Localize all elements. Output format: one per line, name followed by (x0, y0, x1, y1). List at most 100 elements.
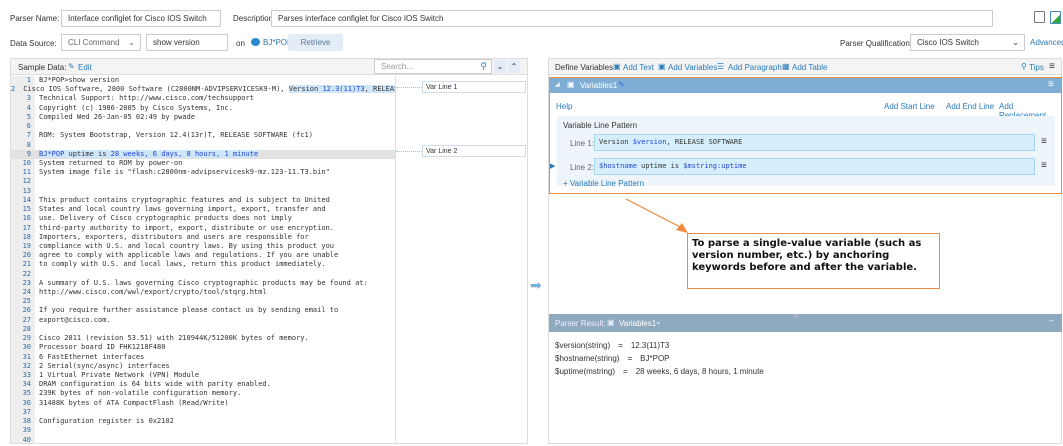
variables-name: Variables1 (580, 81, 618, 90)
line-text (35, 270, 39, 279)
advanced-link[interactable]: Advanced (1030, 38, 1063, 47)
add-table-button[interactable]: Add Table (792, 63, 827, 72)
code-line: 5 Compiled Wed 26-Jan-05 02:49 by pwade (11, 113, 395, 122)
line-text: to comply with U.S. and local laws, retu… (35, 260, 326, 269)
text-segment: Copyright (c) 1986-2005 by Cisco Systems… (39, 103, 233, 112)
variable-token: 28 weeks, 6 days, 8 hours, 1 minute (110, 149, 259, 158)
line1-pattern-input[interactable]: Version $version, RELEASE SOFTWARE (594, 134, 1035, 151)
code-line: 29 Cisco 2811 (revision 53.51) with 21094… (11, 334, 395, 343)
var-line-2[interactable]: Var Line 2 (422, 145, 526, 157)
prev-match-button[interactable]: ⌃ (508, 60, 520, 73)
line-number: 33 (22, 371, 31, 379)
add-start-line-link[interactable]: Add Start Line (884, 102, 935, 111)
next-match-button[interactable]: ⌄ (494, 60, 506, 73)
line-number: 10 (22, 158, 31, 167)
line-number: 29 (22, 334, 31, 343)
line-text (35, 325, 39, 334)
result-variables-select[interactable]: Variables1 (619, 319, 656, 328)
qualification-select[interactable]: Cisco IOS Switch ⌄ (910, 34, 1025, 51)
line-number: 3 (26, 94, 31, 103)
var-line-1[interactable]: Var Line 1 (422, 81, 526, 93)
parser-name-input[interactable]: Interface configlet for Cisco IOS Switch (61, 10, 221, 27)
line-number: 31 (22, 352, 31, 361)
line-text: BJ*POP>show version (35, 76, 119, 85)
text-segment: If you require further assistance please… (39, 306, 339, 315)
line-text: Configuration register is 0x2102 (35, 417, 174, 426)
text-segment: States and local country laws governing … (39, 205, 326, 214)
define-variables-pane: Define Variables ▣ Add Text ▣ Add Variab… (548, 58, 1062, 444)
line-text: Importers, exporters, distributors and u… (35, 233, 309, 242)
tips-link[interactable]: Tips (1029, 63, 1044, 72)
text-segment: Cisco 2811 (revision 53.51) with 210944K… (39, 334, 309, 343)
add-text-icon: ▣ (613, 62, 621, 71)
line-text (35, 122, 39, 131)
line-number: 9 (26, 149, 31, 158)
code-line: 18 Importers, exporters, distributors and… (11, 233, 395, 242)
text-segment: , RELEASE SOFTWARE (666, 138, 743, 146)
line-text (35, 426, 39, 435)
variables-menu-icon[interactable]: ≡ (1048, 80, 1054, 90)
chevron-down-icon[interactable]: ⌄ (655, 317, 662, 326)
code-line: 36 31488K bytes of ATA CompactFlash (Read… (11, 399, 395, 408)
text-segment: Technical Support: http://www.cisco.com/… (39, 94, 254, 103)
line2-menu-icon[interactable]: ≡ (1041, 161, 1047, 171)
line1-menu-icon[interactable]: ≡ (1041, 137, 1047, 147)
line-text: Compiled Wed 26-Jan-05 02:49 by pwade (35, 113, 195, 122)
add-paragraph-button[interactable]: Add Paragraph (728, 63, 782, 72)
line-number: 6 (26, 122, 31, 131)
line-number: 34 (22, 380, 31, 389)
line-text: Copyright (c) 1986-2005 by Cisco Systems… (35, 104, 233, 113)
edit-icon[interactable]: ✎ (68, 62, 75, 71)
result-value: 28 weeks, 6 days, 8 hours, 1 minute (635, 367, 764, 376)
result-value: 12.3(11)T3 (630, 341, 670, 350)
variable-token: BJ*POP (39, 149, 65, 158)
line-number: 16 (22, 214, 31, 223)
text-segment: 1 Virtual Private Network (VPN) Module (39, 371, 200, 379)
text-segment: Compiled Wed 26-Jan-05 02:49 by pwade (39, 112, 195, 121)
retrieve-button[interactable]: Retrieve (288, 34, 343, 51)
resize-handle[interactable]: ⁞⁞⁞ (794, 314, 799, 320)
description-input[interactable]: Parses interface configlet for Cisco IOS… (271, 10, 993, 27)
line-number: 27 (22, 315, 31, 324)
text-segment: , RELEASE SOF (364, 85, 395, 94)
save-as-icon[interactable] (1050, 11, 1061, 24)
line-number: 11 (22, 168, 31, 177)
line-text: 239K bytes of non-volatile configuration… (35, 389, 241, 398)
code-line: 6 (11, 122, 395, 131)
minimize-icon[interactable]: – (1049, 316, 1053, 325)
line-text: ROM: System Bootstrap, Version 12.4(13r)… (35, 131, 313, 140)
line-text: export@cisco.com. (35, 316, 111, 325)
rename-icon[interactable]: ✎ (618, 80, 625, 89)
add-end-line-link[interactable]: Add End Line (946, 102, 994, 111)
code-line: 2 Cisco IOS Software, 2800 Software (C280… (11, 85, 395, 94)
sample-data-header: Sample Data: ✎ Edit Search... ⚲ ⌄ ⌃ (11, 59, 527, 75)
equals-sign: = (618, 341, 623, 350)
line-number: 24 (22, 288, 31, 297)
line-number: 32 (22, 361, 31, 370)
edit-link[interactable]: Edit (78, 63, 92, 72)
collapse-icon[interactable]: ◢ (555, 81, 560, 88)
add-variable-line-pattern-link[interactable]: + Variable Line Pattern (563, 179, 644, 188)
code-line: 9 BJ*POP uptime is 28 weeks, 6 days, 8 ho… (11, 149, 395, 159)
code-editor[interactable]: 1 BJ*POP>show version 2 Cisco IOS Software,… (11, 76, 396, 443)
line-number: 15 (22, 205, 31, 214)
equals-sign: = (623, 367, 628, 376)
text-segment: This product contains cryptographic feat… (39, 195, 330, 204)
qualification-value: Cisco IOS Switch (917, 38, 979, 47)
text-segment: A summary of U.S. laws governing Cisco c… (39, 278, 368, 287)
data-source-select[interactable]: CLI Command ⌄ (61, 34, 141, 51)
add-variables-button[interactable]: Add Variables (668, 63, 717, 72)
search-input[interactable]: Search... ⚲ (374, 59, 492, 74)
text-segment: use. Delivery of Cisco cryptographic pro… (39, 214, 292, 223)
search-icon[interactable]: ⚲ (480, 60, 487, 73)
line-text: Cisco 2811 (revision 53.51) with 210944K… (35, 334, 309, 343)
line2-pattern-input[interactable]: $hostname uptime is $mstring:uptime (594, 158, 1035, 175)
text-segment: export@cisco.com. (39, 315, 111, 324)
command-input[interactable]: show version (146, 34, 228, 51)
menu-icon[interactable]: ≡ (1049, 62, 1055, 72)
save-icon[interactable] (1034, 11, 1045, 23)
help-link[interactable]: Help (556, 102, 572, 111)
text-segment: compliance with U.S. and local country l… (39, 241, 335, 250)
add-text-button[interactable]: Add Text (623, 63, 654, 72)
parser-result-bar: Parser Result: ▣ Variables1 ⌄ ⁞⁞⁞ – (549, 314, 1062, 332)
